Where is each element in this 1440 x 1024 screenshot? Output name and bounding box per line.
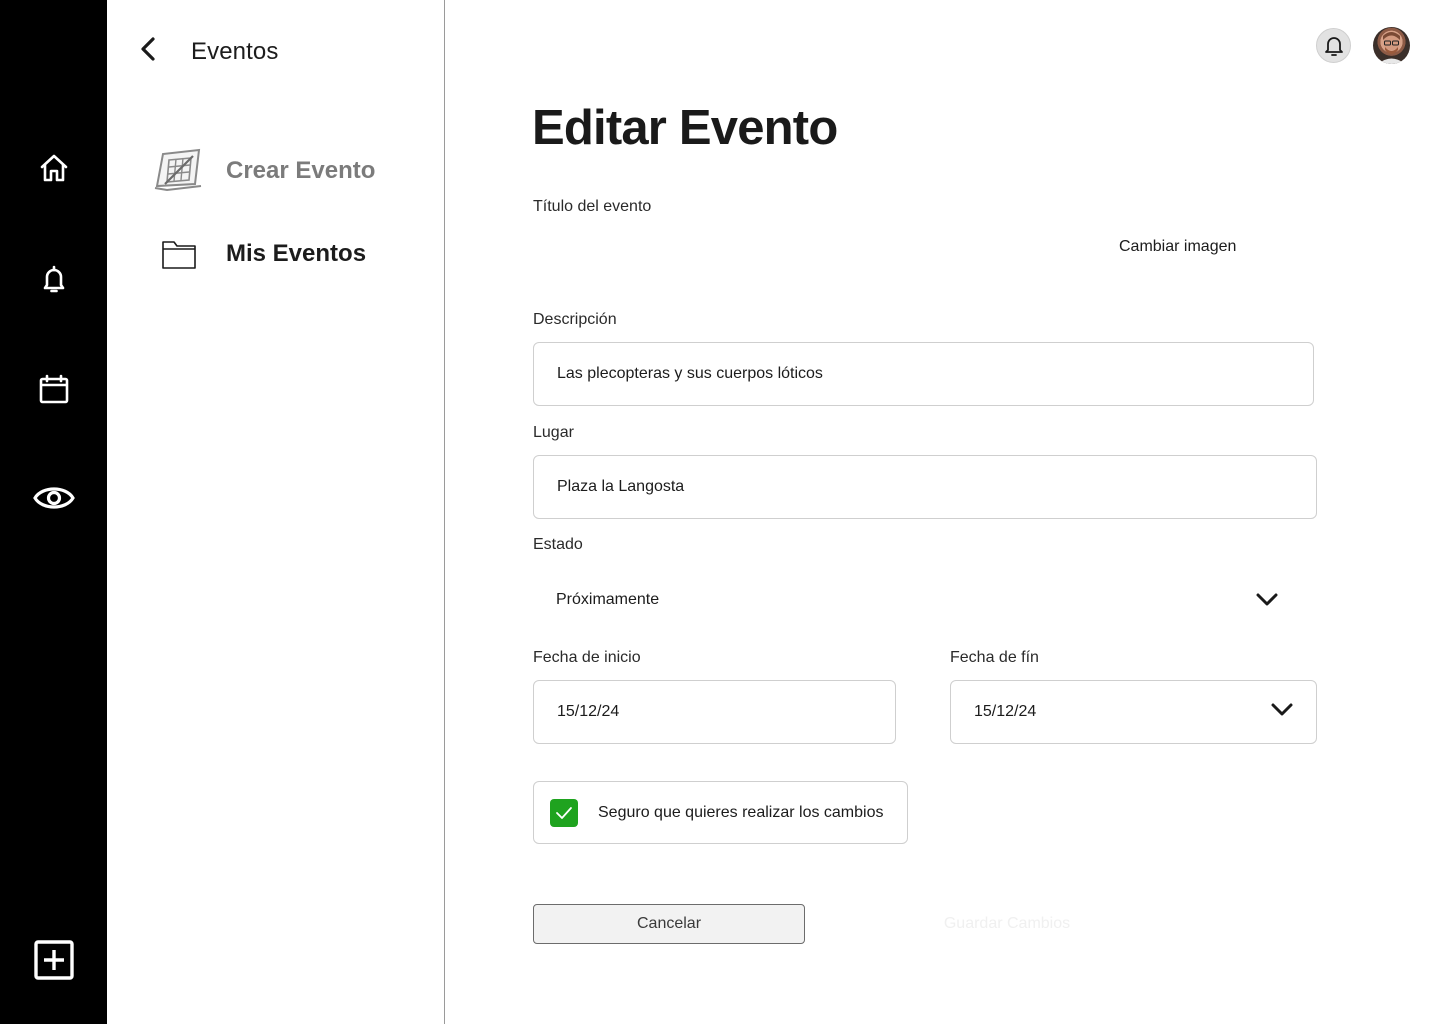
check-icon — [556, 806, 572, 819]
chevron-down-icon — [1256, 593, 1278, 606]
sidebar-item-label: Mis Eventos — [226, 240, 367, 267]
header-notifications-button[interactable] — [1316, 28, 1351, 63]
status-select[interactable]: Próximamente — [533, 575, 1317, 625]
description-field[interactable]: Las plecopteras y sus cuerpos lóticos — [533, 342, 1314, 406]
sidebar-title: Eventos — [191, 38, 279, 65]
bell-icon — [1324, 36, 1343, 56]
confirm-changes-checkbox-row[interactable]: Seguro que quieres realizar los cambios — [533, 781, 908, 844]
confirm-label: Seguro que quieres realizar los cambios — [598, 803, 884, 821]
status-value: Próximamente — [556, 591, 660, 608]
rail-view-button[interactable] — [30, 474, 78, 522]
sidebar-item-my-events[interactable]: Mis Eventos — [151, 229, 411, 279]
calendar-icon — [39, 374, 69, 404]
title-label: Título del evento — [533, 198, 652, 215]
description-label: Descripción — [533, 311, 617, 328]
change-image-button[interactable]: Cambiar imagen — [1119, 238, 1236, 256]
page-title: Editar Evento — [532, 101, 838, 155]
status-dropdown-toggle[interactable] — [1254, 588, 1280, 610]
home-icon — [40, 154, 68, 182]
rail-add-button[interactable] — [30, 936, 78, 984]
end-date-dropdown-toggle[interactable] — [1269, 698, 1295, 720]
icon-rail — [0, 0, 107, 1024]
end-date-value: 15/12/24 — [974, 703, 1037, 720]
place-label: Lugar — [533, 424, 574, 441]
chevron-left-icon — [141, 37, 155, 61]
folder-icon — [151, 238, 207, 270]
bell-icon — [43, 265, 65, 293]
plus-square-icon — [34, 940, 74, 980]
end-date-field[interactable]: 15/12/24 — [950, 680, 1317, 744]
start-date-label: Fecha de inicio — [533, 649, 641, 666]
cancel-button[interactable]: Cancelar — [533, 904, 805, 944]
app-root: Eventos Crear Evento Mis Eventos Editar … — [0, 0, 1440, 1024]
place-field[interactable]: Plaza la Langosta — [533, 455, 1317, 519]
rail-notifications-button[interactable] — [30, 255, 78, 303]
rail-calendar-button[interactable] — [30, 365, 78, 413]
user-avatar[interactable] — [1373, 27, 1410, 64]
create-event-icon — [151, 148, 207, 194]
back-button[interactable] — [133, 34, 163, 64]
events-sidebar: Eventos Crear Evento Mis Eventos — [107, 0, 445, 1024]
sidebar-item-label: Crear Evento — [226, 157, 376, 184]
status-label: Estado — [533, 536, 583, 553]
eye-icon — [33, 487, 75, 509]
rail-home-button[interactable] — [30, 144, 78, 192]
start-date-field[interactable]: 15/12/24 — [533, 680, 896, 744]
sidebar-item-create-event[interactable]: Crear Evento — [151, 146, 411, 196]
confirm-checkbox[interactable] — [550, 798, 578, 827]
save-changes-button[interactable]: Guardar Cambios — [900, 904, 1114, 944]
chevron-down-icon — [1271, 703, 1293, 716]
end-date-label: Fecha de fín — [950, 649, 1039, 666]
